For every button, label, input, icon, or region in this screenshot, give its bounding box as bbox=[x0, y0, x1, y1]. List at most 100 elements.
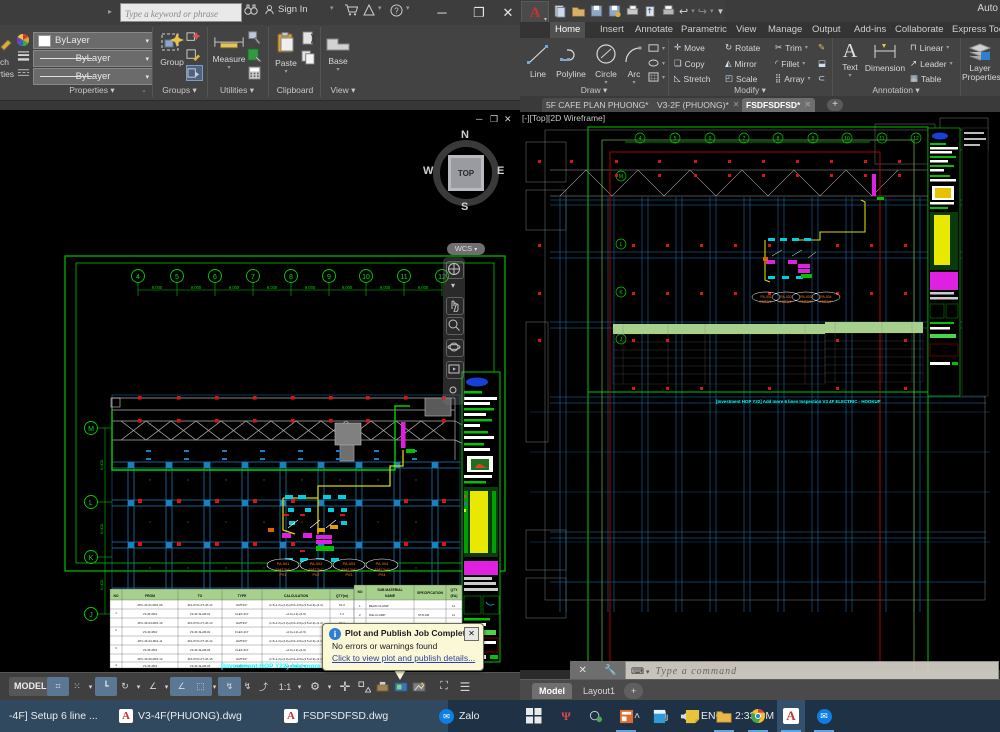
viewport-minimize-button[interactable]: ─ bbox=[476, 114, 482, 124]
chrome-icon[interactable] bbox=[744, 700, 772, 732]
chevron-down-icon[interactable]: ▾ bbox=[145, 37, 149, 45]
chevron-down-icon[interactable]: ▾ bbox=[802, 60, 805, 67]
annotation-table-button[interactable]: ▦ Table bbox=[910, 73, 941, 84]
close-icon[interactable]: ✕ bbox=[804, 98, 811, 112]
quick-select-icon[interactable] bbox=[247, 30, 263, 45]
color-wheel-icon[interactable] bbox=[16, 33, 30, 47]
redo-dropdown-icon[interactable]: ▾ bbox=[710, 7, 714, 15]
restore-button[interactable]: ❐ bbox=[464, 0, 494, 25]
lineweight-icon[interactable] bbox=[17, 50, 30, 62]
match-properties-icon[interactable] bbox=[0, 33, 16, 51]
layer-properties-button[interactable]: Layer Properties bbox=[962, 41, 1000, 82]
zalo-taskbar-icon[interactable]: ✉ bbox=[810, 700, 838, 732]
group-button[interactable]: Group bbox=[155, 30, 189, 67]
chevron-down-icon[interactable]: ▾ bbox=[946, 44, 949, 51]
pan-icon[interactable] bbox=[446, 297, 464, 315]
ribbon-panel-annotation-label[interactable]: Annotation ▾ bbox=[832, 85, 960, 96]
chevron-down-icon[interactable]: ▾ bbox=[662, 60, 665, 67]
layout-tab-layout1[interactable]: Layout1 bbox=[576, 683, 622, 699]
new-layout-button[interactable]: + bbox=[624, 683, 644, 699]
a360-dropdown-icon[interactable]: ▾ bbox=[378, 4, 382, 12]
chevron-down-icon[interactable]: ▾ bbox=[321, 66, 355, 73]
view-panel-label[interactable]: View ▾ bbox=[320, 85, 366, 96]
foreground-title-bar[interactable]: ▸ Type a keyword or phrase Sign In ▾ ▾ ? bbox=[0, 0, 520, 25]
layout-tab-model[interactable]: Model bbox=[532, 683, 572, 699]
background-autocad-window[interactable]: A ▾ ↩ ▾ ↪ ▾ ▼ Auto Home Insert Annotate … bbox=[520, 0, 1000, 701]
infocenter-expand-icon[interactable]: ▸ bbox=[108, 7, 112, 16]
settings-icon[interactable] bbox=[582, 700, 610, 732]
draw-circle-button[interactable]: Circle ▾ bbox=[590, 42, 622, 86]
autocad-taskbar-icon[interactable]: A bbox=[777, 700, 805, 732]
new-file-icon[interactable] bbox=[553, 4, 568, 18]
panel-dialog-launcher-icon[interactable]: ⌄ bbox=[344, 86, 350, 94]
scroll-left-arrow-icon[interactable] bbox=[16, 682, 25, 691]
ribbon-tab-home[interactable]: Home bbox=[550, 22, 586, 38]
object-color-combo[interactable]: ByLayer ▾ bbox=[33, 32, 153, 49]
chevron-down-icon[interactable]: ▾ bbox=[208, 64, 250, 71]
sticky-notes-icon[interactable] bbox=[678, 700, 706, 732]
undo-icon[interactable]: ↩ bbox=[679, 5, 688, 18]
chevron-down-icon[interactable]: ▾ bbox=[269, 68, 303, 75]
search-button[interactable] bbox=[244, 4, 258, 16]
ribbon-tab-express-tools[interactable]: Express Tools bbox=[947, 22, 1000, 38]
help-dropdown-icon[interactable]: ▾ bbox=[406, 4, 410, 12]
ribbon-tab-manage[interactable]: Manage bbox=[763, 22, 807, 38]
modify-copy-button[interactable]: ❏ Copy bbox=[674, 58, 704, 69]
modify-mirror-button[interactable]: ◭ Mirror bbox=[725, 58, 757, 69]
base-view-button[interactable]: Base ▾ bbox=[321, 33, 355, 73]
ungroup-icon[interactable] bbox=[186, 31, 201, 45]
ribbon-tab-insert[interactable]: Insert bbox=[595, 22, 629, 38]
copy-icon[interactable] bbox=[301, 50, 317, 65]
modify-rotate-button[interactable]: ↻ Rotate bbox=[725, 42, 760, 53]
properties-panel-label[interactable]: Properties ▾ bbox=[33, 85, 151, 96]
search-input[interactable]: Type a keyword or phrase bbox=[120, 3, 242, 22]
annotation-linear-button[interactable]: ⊓ Linear ▾ bbox=[910, 42, 949, 53]
draw-rectangle-button[interactable]: ▾ bbox=[648, 43, 665, 53]
sign-in-dropdown-icon[interactable]: ▾ bbox=[330, 4, 334, 12]
modify-trim-button[interactable]: ✂ Trim ▾ bbox=[775, 42, 808, 53]
navigation-dropdown-icon[interactable]: ▾ bbox=[446, 281, 462, 297]
group-edit-icon[interactable] bbox=[186, 48, 201, 62]
compass-east-label[interactable]: E bbox=[497, 165, 504, 177]
file-explorer-icon[interactable] bbox=[710, 700, 738, 732]
ribbon-tab-view[interactable]: View bbox=[731, 22, 761, 38]
modify-explode-button[interactable]: ⬓ bbox=[818, 58, 826, 69]
redo-icon[interactable]: ↪ bbox=[698, 5, 707, 18]
compass-north-label[interactable]: N bbox=[461, 129, 469, 141]
ribbon-panel-draw-label[interactable]: Draw ▾ bbox=[520, 85, 668, 96]
chevron-down-icon[interactable]: ▾ bbox=[145, 73, 149, 81]
taskbar-item-fsdfsdfsd[interactable]: A FSDFSDFSD.dwg bbox=[275, 700, 448, 732]
modify-erase-button[interactable]: ✎ bbox=[818, 42, 825, 53]
draw-polyline-button[interactable]: Polyline bbox=[551, 42, 591, 79]
print-icon[interactable] bbox=[661, 4, 676, 18]
modify-stretch-button[interactable]: ◺ Stretch bbox=[674, 73, 710, 84]
wrench-icon[interactable]: 🔧 bbox=[604, 665, 616, 676]
group-selection-toggle[interactable] bbox=[186, 65, 203, 81]
linetype-icon[interactable] bbox=[17, 67, 30, 79]
chevron-down-icon[interactable]: ▾ bbox=[805, 44, 808, 51]
clipboard-panel-label[interactable]: Clipboard bbox=[268, 85, 322, 95]
taskbar-item-v3-4f-phuong[interactable]: A V3-4F(PHUONG).dwg bbox=[110, 700, 293, 732]
extract-data-icon[interactable] bbox=[247, 48, 263, 63]
modify-offset-button[interactable]: ⊂ bbox=[818, 73, 825, 84]
viewport-close-button[interactable]: ✕ bbox=[504, 114, 512, 125]
taskbar-item-setup[interactable]: -4F] Setup 6 line ... bbox=[0, 700, 128, 732]
publish-icon[interactable] bbox=[643, 4, 658, 18]
workspace-switching-icon[interactable] bbox=[408, 677, 430, 696]
measure-button[interactable]: Measure ▾ bbox=[208, 33, 250, 71]
balloon-details-link[interactable]: Click to view plot and publish details..… bbox=[332, 653, 475, 663]
view-cube-top-face[interactable]: TOP bbox=[448, 155, 484, 191]
foreground-autocad-window[interactable]: ▸ Type a keyword or phrase Sign In ▾ ▾ ? bbox=[0, 0, 520, 701]
draw-line-button[interactable]: Line bbox=[522, 42, 554, 79]
calculator-icon[interactable] bbox=[247, 66, 263, 80]
plot-icon[interactable] bbox=[625, 4, 640, 18]
unikey-icon[interactable]: Ψ bbox=[552, 700, 580, 732]
chevron-down-icon[interactable]: ▾ bbox=[646, 668, 650, 676]
save-as-icon[interactable] bbox=[607, 4, 622, 18]
close-icon[interactable]: ✕ bbox=[733, 98, 740, 112]
undo-dropdown-icon[interactable]: ▾ bbox=[691, 7, 695, 15]
file-tab-v3-2f-phuong[interactable]: V3-2F (PHUONG)* ✕ bbox=[653, 98, 744, 112]
zoom-icon[interactable] bbox=[446, 317, 464, 335]
viewport-restore-button[interactable]: ❐ bbox=[490, 114, 498, 125]
compass-south-label[interactable]: S bbox=[461, 201, 468, 213]
